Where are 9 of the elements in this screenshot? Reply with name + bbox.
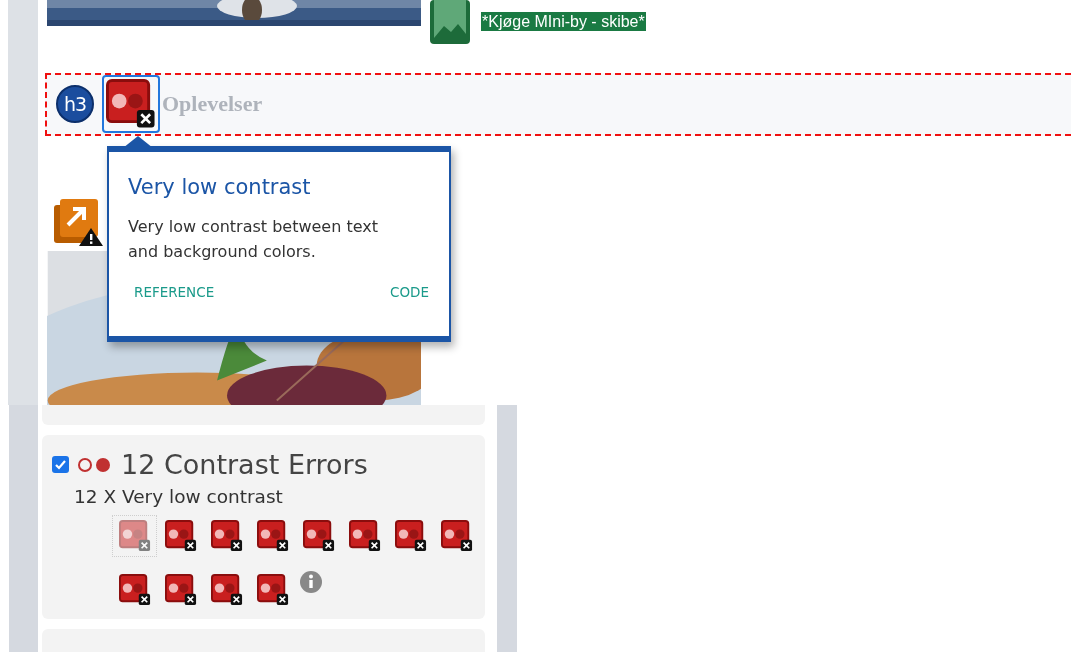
tooltip-title: Very low contrast	[128, 174, 312, 200]
group-title: 12 Contrast Errors	[121, 449, 368, 480]
alt-text-label: *Kjøge MIni-by - skibe*	[481, 12, 646, 31]
tooltip-text: Very low contrast between text and background colors.	[128, 216, 379, 263]
heading-text: Oplevelser	[162, 91, 263, 118]
group-subtitle: 12 X Very low contrast	[74, 486, 284, 507]
heading-level-badge[interactable]: h3	[56, 85, 94, 124]
code-link[interactable]: CODE	[390, 284, 429, 300]
reference-link[interactable]: REFERENCE	[134, 284, 215, 300]
